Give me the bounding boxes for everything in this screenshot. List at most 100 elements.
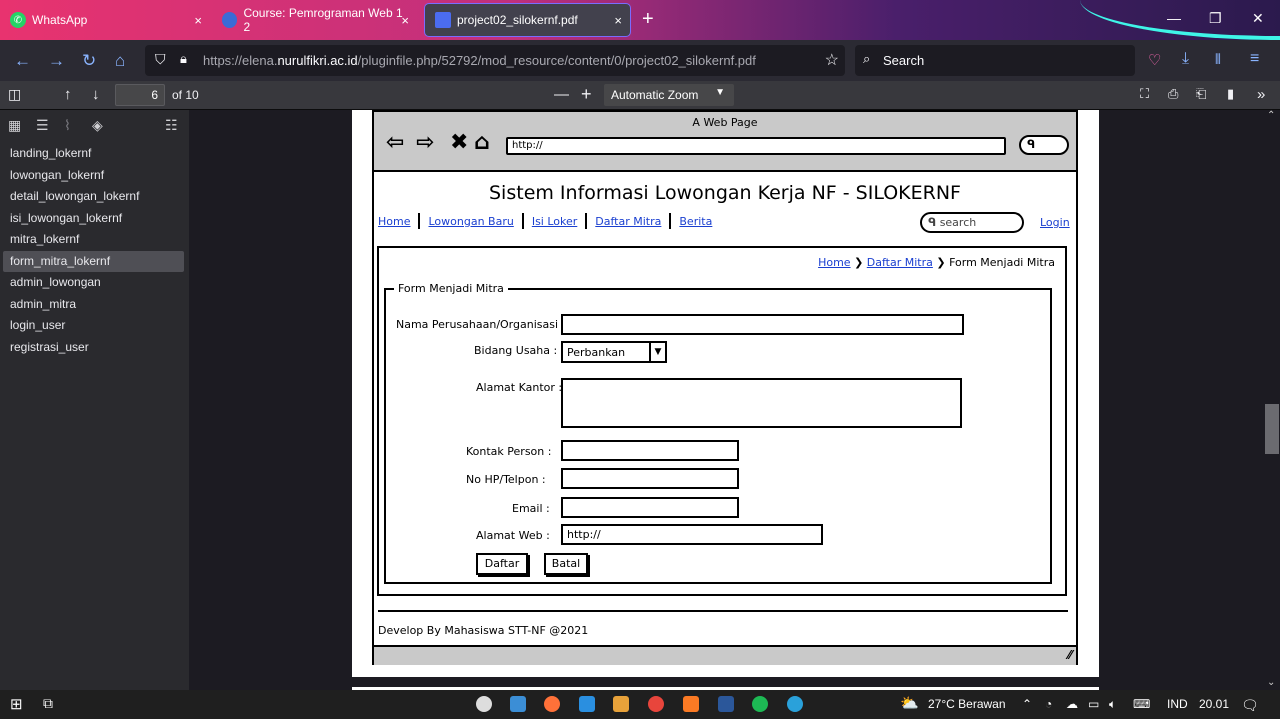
- pocket-icon[interactable]: ♡: [1148, 51, 1161, 69]
- label-email: Email :: [512, 502, 550, 515]
- new-tab-button[interactable]: +: [642, 8, 654, 31]
- spotify-icon[interactable]: [752, 696, 768, 712]
- save-icon[interactable]: ⎗: [1196, 86, 1206, 102]
- label-alamat: Alamat Kantor :: [476, 381, 563, 394]
- scroll-down-icon[interactable]: ⌄: [1267, 677, 1275, 688]
- search-input[interactable]: ⌕ Search: [855, 45, 1135, 76]
- print-icon[interactable]: ⎙: [1168, 86, 1178, 102]
- outline-item[interactable]: detail_lowongan_lokernf: [3, 186, 184, 208]
- vscode-icon[interactable]: [579, 696, 595, 712]
- scrollbar-thumb[interactable]: [1265, 404, 1279, 454]
- close-icon[interactable]: ×: [401, 13, 409, 28]
- weather-icon[interactable]: ⛅: [900, 694, 919, 712]
- onedrive-icon[interactable]: ☁: [1066, 697, 1078, 711]
- sublime-icon[interactable]: [613, 696, 629, 712]
- outline-item[interactable]: admin_mitra: [3, 294, 184, 316]
- back-icon[interactable]: ←: [14, 51, 31, 71]
- outline-item[interactable]: isi_lowongan_lokernf: [3, 208, 184, 230]
- url-bar[interactable]: ⛉ 🔒︎ https://elena. nurulfikri.ac.id/plug…: [145, 45, 845, 76]
- windows-start-icon[interactable]: ⊞: [10, 695, 23, 713]
- shield-icon[interactable]: ⛉: [155, 51, 166, 68]
- site-login-link: Login: [1040, 216, 1070, 229]
- breadcrumb-mitra: Daftar Mitra: [866, 256, 933, 269]
- library-icon[interactable]: ⫴: [1215, 51, 1221, 68]
- outline-item[interactable]: admin_lowongan: [3, 272, 184, 294]
- menu-icon[interactable]: ≡: [1250, 50, 1259, 68]
- xampp-icon[interactable]: [683, 696, 699, 712]
- weather-text[interactable]: 27°C Berawan: [928, 697, 1006, 711]
- menu-divider: [418, 213, 421, 229]
- form-title: Form Menjadi Mitra: [394, 282, 508, 295]
- outline-item[interactable]: login_user: [3, 315, 184, 337]
- label-web: Alamat Web :: [476, 529, 550, 542]
- word-icon[interactable]: [718, 696, 734, 712]
- tab-pdf[interactable]: project02_silokernf.pdf ×: [425, 4, 630, 36]
- menu-divider: [585, 213, 588, 229]
- chevron-down-icon: ▼: [715, 87, 725, 98]
- wireframe-titlebar: A Web Page ⇦ ⇨ ✖ ⌂ http:// ᑫ: [374, 112, 1076, 172]
- page-number-input[interactable]: 6: [115, 84, 165, 106]
- close-window-icon[interactable]: ✕: [1252, 10, 1264, 27]
- chrome-icon[interactable]: [648, 696, 664, 712]
- mitra-form: Form Menjadi Mitra Nama Perusahaan/Organ…: [384, 282, 1052, 584]
- expand-outline-icon[interactable]: ☷: [165, 117, 178, 134]
- outline-item[interactable]: landing_lokernf: [3, 143, 184, 165]
- outline-item[interactable]: mitra_lokernf: [3, 229, 184, 251]
- tools-icon[interactable]: »: [1257, 86, 1265, 103]
- battery-icon[interactable]: ▭: [1088, 697, 1099, 711]
- volume-icon[interactable]: 🔈︎: [1109, 697, 1116, 712]
- task-view-icon[interactable]: ⧉: [43, 695, 53, 712]
- zoom-out-icon[interactable]: —: [554, 86, 569, 103]
- outline-item[interactable]: registrasi_user: [3, 337, 184, 359]
- clock[interactable]: 20.01: [1199, 697, 1229, 711]
- outline-item-selected[interactable]: form_mitra_lokernf: [3, 250, 184, 272]
- firefox-icon[interactable]: [544, 696, 560, 712]
- zoom-select[interactable]: Automatic Zoom ▼: [604, 84, 734, 106]
- close-icon[interactable]: ×: [194, 13, 202, 28]
- home-icon[interactable]: ⌂: [115, 51, 125, 71]
- forward-icon[interactable]: →: [48, 51, 65, 71]
- menu-lowongan-baru: Lowongan Baru: [428, 214, 514, 228]
- scroll-up-icon[interactable]: ⌃: [1267, 110, 1275, 121]
- bookmark-icon[interactable]: ▮: [1227, 86, 1234, 102]
- menu-home: Home: [378, 214, 411, 228]
- sidebar-toggle-icon[interactable]: ◫: [8, 86, 21, 103]
- menu-divider: [521, 213, 524, 229]
- network-icon[interactable]: ◔: [1045, 697, 1052, 711]
- chevron-down-icon: ▼: [649, 343, 665, 361]
- app-icon-2[interactable]: [510, 696, 526, 712]
- thumbnails-icon[interactable]: ▦: [8, 117, 21, 134]
- tab-strip: ✆ WhatsApp × Course: Pemrograman Web 1 2…: [0, 0, 1280, 40]
- tray-expand-icon[interactable]: ⌃: [1022, 697, 1032, 711]
- bookmark-star-icon[interactable]: ☆: [825, 50, 839, 70]
- presentation-icon[interactable]: ⛶: [1140, 86, 1149, 102]
- viewer-scrollbar[interactable]: ⌃ ⌄: [1263, 110, 1280, 690]
- maximize-icon[interactable]: ❐: [1209, 10, 1222, 27]
- forward-arrow-icon: ⇨: [416, 130, 435, 155]
- layers-icon[interactable]: ◈: [92, 117, 103, 134]
- tab-whatsapp[interactable]: ✆ WhatsApp ×: [0, 4, 210, 36]
- next-page-icon[interactable]: ↓: [92, 86, 100, 103]
- outline-icon[interactable]: ☰: [36, 117, 49, 134]
- notifications-icon[interactable]: 🗨︎: [1241, 697, 1259, 714]
- pdf-viewer[interactable]: A Web Page ⇦ ⇨ ✖ ⌂ http:// ᑫ Sistem Info…: [189, 110, 1263, 690]
- minimize-icon[interactable]: —: [1167, 10, 1181, 26]
- zoom-in-icon[interactable]: +: [581, 84, 592, 105]
- site-footer: Develop By Mahasiswa STT-NF @2021: [378, 624, 589, 637]
- download-icon[interactable]: ⤓: [1182, 50, 1189, 68]
- app-icon-1[interactable]: [476, 696, 492, 712]
- telegram-icon[interactable]: [787, 696, 803, 712]
- attachments-icon[interactable]: ⌇: [64, 117, 71, 134]
- language-indicator[interactable]: IND: [1167, 697, 1188, 711]
- close-icon[interactable]: ×: [614, 13, 622, 28]
- reload-icon[interactable]: ↻: [82, 51, 96, 71]
- outline-item[interactable]: lowongan_lokernf: [3, 165, 184, 187]
- tab-label: project02_silokernf.pdf: [457, 13, 578, 27]
- breadcrumb-home: Home: [818, 256, 851, 269]
- menu-berita: Berita: [679, 214, 713, 228]
- keyboard-icon[interactable]: ⌨: [1133, 697, 1150, 711]
- tab-course[interactable]: Course: Pemrograman Web 1 2 ×: [212, 4, 417, 36]
- chevron-right-icon: ❯: [936, 256, 950, 269]
- resize-grip-icon: ⁄⁄: [1067, 648, 1072, 662]
- previous-page-icon[interactable]: ↑: [64, 86, 72, 103]
